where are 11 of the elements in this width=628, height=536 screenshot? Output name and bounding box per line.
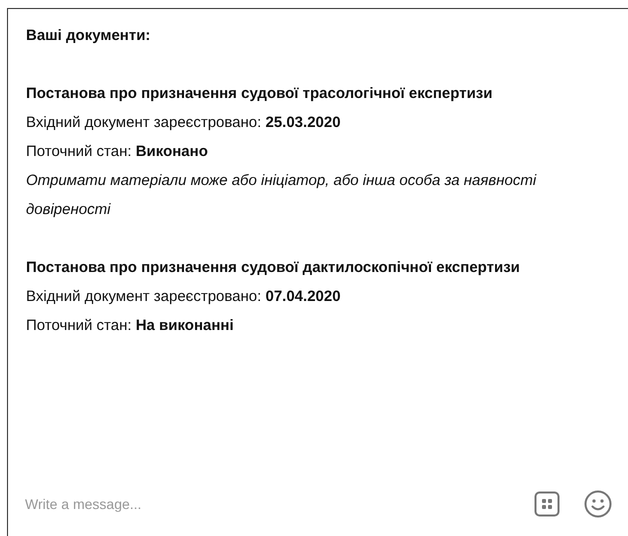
registered-date: Вхідний документ зареєстровано: 25.03.2020 [26,113,342,133]
status-text: Поточний стан: Виконано [26,142,209,162]
emoji-icon[interactable] [584,490,612,518]
registered-date: Вхідний документ зареєстровано: 07.04.2020 [26,287,342,307]
status-text: Поточний стан: На виконанні [26,316,235,336]
message-input[interactable]: Write a message... [25,492,510,516]
document-title: Постанова про призначення судової дактилоскопічної експертизи [26,258,521,278]
heading: Ваші документи: [26,26,152,46]
document-title: Постанова про призначення судової трасологічної експертизи [26,84,494,104]
apps-icon[interactable] [534,491,560,517]
note-text: Отримати матеріали може або ініціатор, або інша особа за наявності довіреності [26,171,538,220]
